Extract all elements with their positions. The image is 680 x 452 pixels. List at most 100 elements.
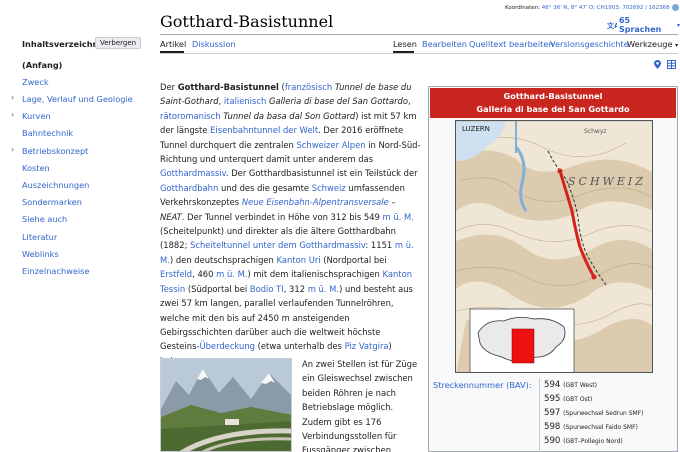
route-number: 598 (544, 422, 561, 432)
article-second-paragraph: An zwei Stellen ist für Züge ein Gleiswe… (302, 359, 418, 452)
infobox-subtitle: Galleria di base del San Gottardo (476, 104, 630, 114)
coordinates: Koordinaten: 46° 36′ N, 8° 47′ O; CH1903… (505, 4, 680, 11)
route-number-row: 590 (GBT–Pollegio Nord) (544, 436, 623, 446)
article-text: , 460 (192, 269, 217, 280)
toc-item[interactable]: Kosten (22, 163, 50, 173)
article-link[interactable]: m ü. M. (308, 284, 339, 294)
article-text: Tunnel da basa dal Son Gottard (223, 110, 356, 121)
article-link[interactable]: Scheiteltunnel unter dem Gotthardmassiv (190, 240, 365, 250)
globe-icon[interactable] (672, 4, 680, 11)
tab-edit[interactable]: Bearbeiten (422, 39, 467, 49)
article-link[interactable]: Erstfeld (160, 269, 192, 279)
svg-text:文A: 文A (607, 21, 617, 30)
article-link[interactable]: m ü. M. (216, 269, 247, 279)
article-text: und des die gesamte (218, 182, 312, 193)
tab-read[interactable]: Lesen (393, 39, 417, 49)
toc-item[interactable]: Sondermarken (22, 197, 82, 207)
page-title: Gotthard-Basistunnel (160, 12, 334, 31)
article-link[interactable]: Schweizer Alpen (297, 140, 366, 150)
route-number: 597 (544, 408, 561, 418)
toc-item[interactable]: Auszeichnungen (22, 180, 89, 190)
article-text: Der (160, 82, 178, 92)
article-text: (Nordportal bei (320, 254, 387, 265)
route-number-row: 598 (Spurwechsel Faido SMF) (544, 422, 638, 432)
article-link[interactable]: Kanton Uri (277, 255, 321, 265)
toc-item[interactable]: Weblinks (22, 249, 59, 259)
toc-title: Inhaltsverzeichnis (22, 39, 107, 49)
article-text: , (407, 96, 411, 107)
infobox-row-label[interactable]: Streckennummer (BAV): (433, 380, 532, 390)
map-label-schweiz: SCHWEIZ (568, 175, 646, 188)
article-link[interactable]: Überdeckung (199, 341, 255, 351)
route-number-row: 595 (GBT Ost) (544, 394, 592, 404)
tunnel-portal-photo[interactable] (160, 358, 292, 452)
infobox-separator (539, 378, 540, 452)
tab-history[interactable]: Versionsgeschichte (550, 39, 629, 49)
toc-hide-button[interactable]: Verbergen (95, 37, 142, 49)
article-link[interactable]: Schweiz (312, 183, 346, 193)
article-text: Galleria di base del San Gottardo (268, 96, 408, 107)
tools-label: Werkzeuge (627, 39, 673, 49)
toc-item[interactable]: Lage, Verlauf und Geologie (22, 94, 133, 104)
article-text: ) den deutschsprachigen (169, 254, 277, 265)
article-text: : 1151 (365, 240, 395, 251)
article-link[interactable]: m ü. M. (383, 212, 414, 222)
article-bold-term: Gotthard-Basistunnel (177, 82, 279, 92)
article-text: (Südportal bei (185, 283, 250, 294)
route-number-note: (Spurwechsel Sedrun SMF) (563, 410, 644, 417)
map-label-schwyz: Schwyz (584, 128, 607, 135)
tab-edit-source[interactable]: Quelltext bearbeiten (469, 39, 554, 49)
language-count: 65 Sprachen (618, 16, 662, 34)
tools-menu[interactable]: Werkzeuge ▾ (627, 39, 678, 49)
translate-icon: 文A (607, 21, 617, 30)
article-link[interactable]: Neue Eisenbahn-Alpentransversale (242, 197, 389, 207)
language-button[interactable]: 文A 65 Sprachen ▾ (607, 16, 680, 34)
tab-discussion[interactable]: Diskussion (192, 39, 236, 49)
toc-item[interactable]: Einzelnachweise (22, 266, 89, 276)
article-link[interactable]: Bodio TI (250, 284, 284, 294)
article-link[interactable]: rätoromanisch (160, 111, 221, 121)
tab-article[interactable]: Artikel (160, 39, 186, 49)
chevron-right-icon[interactable]: › (11, 145, 14, 154)
route-number-note: (Spurwechsel Faido SMF) (563, 424, 638, 431)
article-link[interactable]: Gotthardbahn (160, 183, 218, 193)
article-text: , 312 (283, 283, 308, 294)
tunnel-map[interactable]: LUZERN SCHWEIZ Schwyz (455, 120, 653, 373)
article-text: . Der Tunnel verbindet in Höhe von 312 b… (181, 211, 383, 222)
route-number: 594 (544, 380, 561, 390)
article-text: NEAT (160, 211, 182, 222)
article-text: (etwa unterhalb des (254, 341, 345, 352)
coordinates-link[interactable]: 46° 36′ N, 8° 47′ O; CH1903: 702692 / 16… (542, 5, 670, 11)
route-number-note: (GBT–Pollegio Nord) (563, 438, 623, 445)
article-link[interactable]: Gotthardmassiv (160, 168, 226, 178)
route-number-note: (GBT West) (563, 382, 597, 389)
article-link[interactable]: Piz Vatgira (345, 341, 389, 351)
route-number-row: 597 (Spurwechsel Sedrun SMF) (544, 408, 644, 418)
map-label-luzern: LUZERN (462, 125, 490, 133)
article-text: . Der Gotthardbasistunnel ist ein Teilst… (225, 168, 418, 179)
toc-item[interactable]: Zweck (22, 77, 49, 87)
title-divider (160, 34, 678, 35)
toc-item[interactable]: Kurven (22, 111, 51, 121)
map-pin-icon[interactable] (654, 60, 661, 69)
toc-item[interactable]: Betriebskonzept (22, 146, 88, 156)
route-number: 590 (544, 436, 561, 446)
coordinates-prefix: Koordinaten: (505, 5, 542, 11)
infobox-title: Gotthard-Basistunnel (503, 91, 603, 101)
infobox-header: Gotthard-Basistunnel Galleria di base de… (430, 88, 676, 118)
chevron-down-icon: ▾ (675, 42, 679, 49)
article-link[interactable]: italienisch (224, 96, 266, 106)
table-icon[interactable] (667, 60, 676, 69)
article-link[interactable]: französisch (285, 82, 332, 92)
toc-item[interactable]: Siehe auch (22, 214, 67, 224)
article-link[interactable]: Eisenbahntunnel der Welt (210, 125, 318, 135)
toc-item[interactable]: Literatur (22, 232, 57, 242)
article-text: – (388, 197, 396, 208)
chevron-right-icon[interactable]: › (11, 93, 14, 102)
article-text: ) mit dem italienischsprachigen (247, 269, 383, 280)
chevron-right-icon[interactable]: › (11, 110, 14, 119)
article-intro-paragraph: Der Gotthard-Basistunnel (französisch Tu… (160, 80, 422, 368)
toc-item[interactable]: (Anfang) (22, 60, 62, 70)
route-number-row: 594 (GBT West) (544, 380, 597, 390)
toc-item[interactable]: Bahntechnik (22, 128, 73, 138)
